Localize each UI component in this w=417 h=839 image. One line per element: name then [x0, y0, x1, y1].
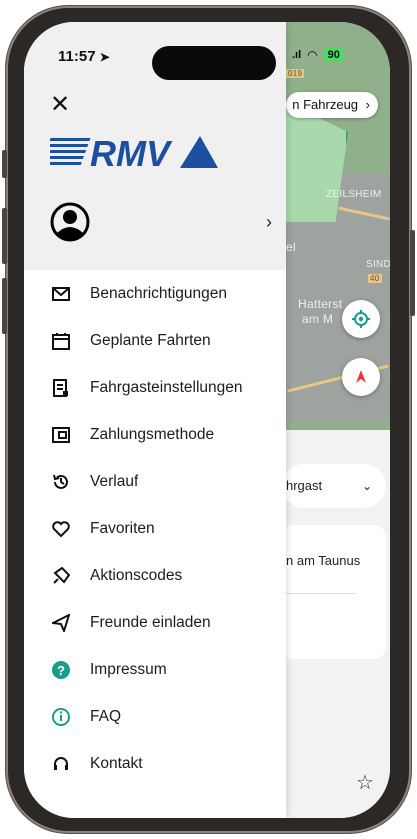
rmv-logo: RMV	[40, 133, 218, 175]
star-icon[interactable]: ☆	[356, 770, 374, 795]
menu-item-label: Fahrgasteinstellungen	[90, 378, 243, 396]
destination-card[interactable]: n am Taunus	[282, 525, 386, 659]
document-icon	[50, 377, 72, 399]
menu-item-favoriten[interactable]: Favoriten	[24, 505, 286, 552]
profile-row[interactable]: ›	[50, 198, 272, 246]
history-icon	[50, 471, 72, 493]
signal-icon: .ıl	[292, 49, 302, 61]
wifi-icon: ◠	[307, 48, 318, 62]
paper-plane-icon	[50, 612, 72, 634]
location-arrow-icon: ➤	[99, 50, 110, 64]
map-route-badge: 019	[286, 69, 305, 78]
menu-item-kontakt[interactable]: Kontakt	[24, 740, 286, 787]
menu-item-label: Verlauf	[90, 472, 139, 490]
user-avatar-icon	[50, 202, 90, 242]
navigation-drawer: 11:57 ➤ .ıl ◠ 90 ✕ RMV › Benachrichtigun…	[24, 22, 344, 818]
mute-switch	[2, 150, 7, 178]
battery-indicator: 90	[323, 48, 344, 62]
heart-icon	[50, 518, 72, 540]
compass-button[interactable]	[342, 358, 380, 396]
menu-item-zahlungsmethode[interactable]: Zahlungsmethode	[24, 411, 286, 458]
svg-text:?: ?	[57, 663, 65, 678]
chevron-down-icon: ⌄	[361, 479, 372, 493]
destination-text: n am Taunus	[286, 553, 361, 568]
passenger-select[interactable]: hrgast ⌄	[282, 464, 386, 508]
chevron-right-icon: ›	[365, 97, 370, 112]
volume-up-button	[2, 208, 7, 264]
ticket-icon	[50, 565, 72, 587]
status-time-text: 11:57	[58, 48, 96, 65]
chevron-right-icon: ›	[266, 211, 272, 232]
screen: ZEILSHEIM SINDLIN Hatterst am M el 40 01…	[24, 22, 390, 818]
menu-item-benachrichtigungen[interactable]: Benachrichtigungen	[24, 270, 286, 317]
menu-item-freunde-einladen[interactable]: Freunde einladen	[24, 599, 286, 646]
vehicle-chip[interactable]: n Fahrzeug ›	[286, 92, 378, 118]
menu-item-label: Geplante Fahrten	[90, 331, 211, 349]
headset-icon	[50, 753, 72, 775]
power-button	[410, 230, 415, 316]
menu-item-label: Freunde einladen	[90, 613, 211, 631]
volume-down-button	[2, 278, 7, 334]
drawer-menu: Benachrichtigungen Geplante Fahrten Fahr…	[24, 270, 286, 787]
crosshair-icon	[352, 310, 370, 328]
map-label: SINDLIN	[366, 259, 390, 270]
menu-item-label: Favoriten	[90, 519, 155, 537]
status-time: 11:57 ➤	[58, 48, 110, 65]
map-label: el	[286, 240, 296, 254]
map-route-badge: 40	[368, 274, 382, 283]
map-label: Hatterst	[298, 297, 343, 311]
vehicle-chip-label: n Fahrzeug	[292, 97, 359, 112]
menu-item-verlauf[interactable]: Verlauf	[24, 458, 286, 505]
divider	[286, 593, 356, 594]
menu-item-label: Impressum	[90, 660, 167, 678]
menu-item-faq[interactable]: FAQ	[24, 693, 286, 740]
passenger-select-value: hrgast	[286, 478, 323, 493]
dynamic-island	[152, 46, 276, 80]
locate-me-button[interactable]	[342, 300, 380, 338]
menu-item-label: Kontakt	[90, 754, 143, 772]
rmv-logo-text: RMV	[90, 134, 173, 170]
menu-item-label: FAQ	[90, 707, 122, 725]
mail-icon	[50, 283, 72, 305]
menu-item-label: Benachrichtigungen	[90, 284, 228, 302]
bottom-sheet: hrgast ⌄ n am Taunus ☆	[282, 430, 390, 818]
calendar-icon	[50, 330, 72, 352]
info-icon	[50, 706, 72, 728]
menu-item-fahrgasteinstellungen[interactable]: Fahrgasteinstellungen	[24, 364, 286, 411]
compass-icon	[356, 370, 366, 383]
menu-item-geplante-fahrten[interactable]: Geplante Fahrten	[24, 317, 286, 364]
menu-item-label: Aktionscodes	[90, 566, 183, 584]
map-label: ZEILSHEIM	[326, 189, 382, 200]
help-icon: ?	[50, 659, 72, 681]
close-icon[interactable]: ✕	[50, 90, 70, 119]
menu-item-aktionscodes[interactable]: Aktionscodes	[24, 552, 286, 599]
menu-item-label: Zahlungsmethode	[90, 425, 215, 443]
status-icons: .ıl ◠ 90	[292, 48, 344, 62]
map-label: am M	[302, 312, 334, 326]
wallet-icon	[50, 424, 72, 446]
menu-item-impressum[interactable]: ? Impressum	[24, 646, 286, 693]
